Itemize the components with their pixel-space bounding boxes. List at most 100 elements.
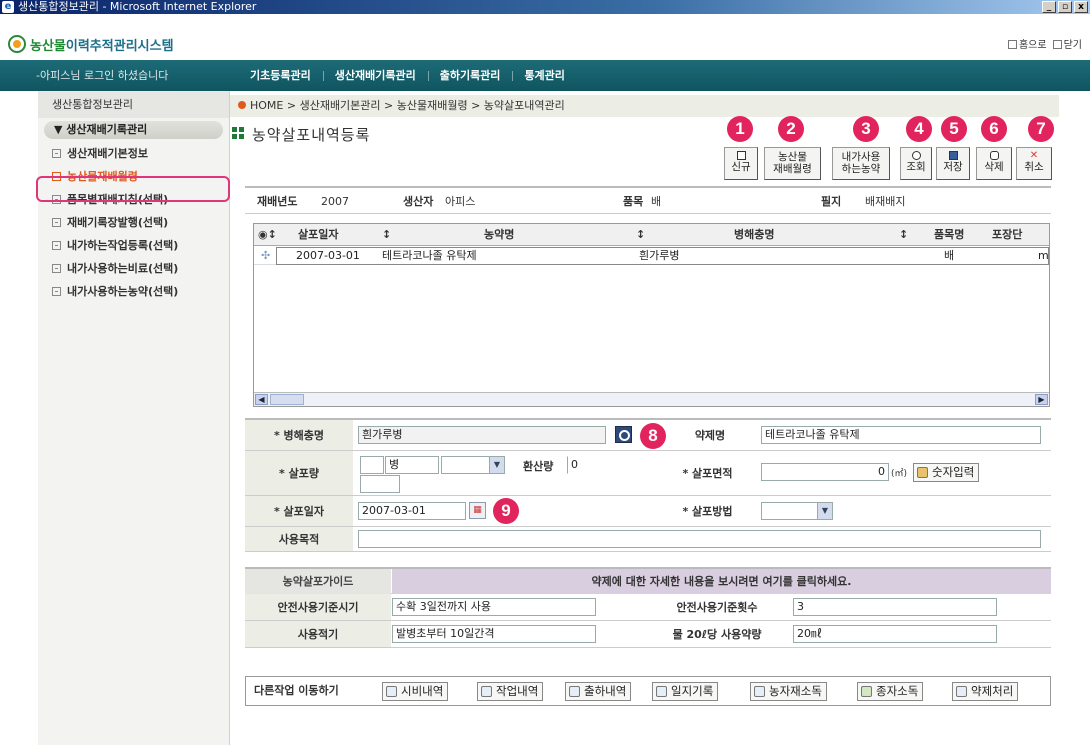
crop-month-button[interactable]: 농산물 재배월령 [764, 147, 821, 180]
grid-header-disease[interactable]: 병해충명 [734, 224, 774, 246]
search-button[interactable]: 조회 [900, 147, 932, 180]
window-titlebar: e 생산통합정보관리 - Microsoft Internet Explorer… [0, 0, 1090, 14]
my-pesticide-button[interactable]: 내가사용 하는농약 [832, 147, 890, 180]
method-select[interactable]: ▼ [761, 502, 833, 520]
chemical-treatment-button[interactable]: 약제처리 [952, 682, 1019, 701]
guide-detail-link[interactable]: 약제에 대한 자세한 내용을 보시려면 여기를 클릭하세요. [392, 569, 1051, 594]
chevron-down-icon: ▼ [489, 457, 504, 473]
breadcrumb-icon [238, 101, 246, 109]
date-input[interactable]: 2007-03-01 [358, 502, 466, 520]
grid-header-sort[interactable]: ↕ [899, 224, 908, 246]
close-link[interactable]: 닫기 [1052, 36, 1082, 51]
area-input[interactable]: 0 [761, 463, 889, 481]
amount-unit-input[interactable]: 병 [385, 456, 439, 474]
guide-title: 농약살포가이드 [245, 569, 391, 594]
safe-count-label: 안전사용기준횟수 [676, 601, 758, 614]
calendar-icon[interactable]: ▦ [469, 502, 486, 519]
work-history-button[interactable]: 작업내역 [477, 682, 544, 701]
search-icon [911, 151, 921, 160]
callout-5: 5 [941, 116, 967, 142]
pencil-icon [917, 467, 928, 478]
sidebar-item-basic-info[interactable]: 생산재배기본정보 [38, 142, 229, 165]
sidebar-item-my-pesticide[interactable]: 내가사용하는농약(선택) [38, 280, 229, 303]
page-title: 농약살포내역등록 [232, 124, 370, 145]
grid-header-sort[interactable]: ↕ [636, 224, 645, 246]
scroll-right-arrow[interactable]: ▶ [1035, 394, 1048, 405]
number-input-button[interactable]: 숫자입력 [913, 463, 980, 482]
callout-7: 7 [1028, 116, 1054, 142]
sidebar-section[interactable]: ▼ 생산재배기록관리 [44, 121, 223, 139]
bullet-icon [52, 287, 61, 296]
date-label: * 살포일자 [273, 505, 325, 518]
material-disinfect-button[interactable]: 농자재소독 [750, 682, 827, 701]
grid-header-pesticide[interactable]: 농약명 [484, 224, 514, 246]
grid-header-sort[interactable]: ↕ [382, 224, 391, 246]
sidebar-item-item-guide[interactable]: 품목별재배지침(선택) [38, 188, 229, 211]
mail-icon [569, 686, 580, 697]
cancel-x-icon: ✕ [1029, 150, 1039, 161]
method-label: * 살포방법 [682, 505, 733, 518]
site-logo[interactable]: 농산물이력추적관리시스템 [8, 34, 174, 54]
purpose-input[interactable] [358, 530, 1041, 548]
agent-label: 약제명 [694, 429, 726, 442]
disease-search-icon[interactable] [615, 426, 632, 443]
close-window-button[interactable]: x [1074, 1, 1088, 13]
bullet-icon [52, 241, 61, 250]
sidebar-item-crop-month[interactable]: 농산물재배월령 [38, 165, 229, 188]
disease-input[interactable]: 흰가루병 [358, 426, 606, 444]
scroll-thumb[interactable] [270, 394, 304, 405]
sidebar-item-record-issue[interactable]: 재배기록장발행(선택) [38, 211, 229, 234]
convert-value[interactable]: 0 [567, 456, 609, 474]
title-icon [232, 127, 244, 139]
shipping-history-button[interactable]: 출하내역 [565, 682, 632, 701]
grid-header-select[interactable]: ◉↕ [258, 224, 277, 246]
home-link[interactable]: 홈으로 [1007, 36, 1047, 51]
safe-time-value: 수확 3일전까지 사용 [392, 598, 596, 616]
nav-shipping-records[interactable]: 출하기록관리 [427, 60, 513, 91]
logo-icon [8, 35, 26, 53]
amount-unit-select[interactable]: ▼ [441, 456, 505, 474]
safe-time-label: 안전사용기준시기 [277, 601, 359, 614]
sidebar-item-my-fertilizer[interactable]: 내가사용하는비료(선택) [38, 257, 229, 280]
nav-basic-registration[interactable]: 기초등록관리 [236, 60, 323, 91]
bullet-icon [52, 172, 61, 181]
agent-input[interactable]: 테트라코나졸 유탁제 [761, 426, 1041, 444]
sidebar-item-my-work[interactable]: 내가하는작업등록(선택) [38, 234, 229, 257]
nav-statistics[interactable]: 통계관리 [512, 60, 576, 91]
nav-cultivation-records[interactable]: 생산재배기록관리 [322, 60, 428, 91]
spray-records-grid: ◉↕ 살포일자 ↕ 농약명 ↕ 병해충명 ↕ 품목명 포장단 ✣ 2007-03… [253, 223, 1050, 407]
grid-header-unit[interactable]: 포장단 [992, 224, 1022, 246]
info-row: 재배년도 2007 생산자 아피스 품목 배 필지 배재배지 [245, 186, 1051, 214]
trash-icon [989, 151, 999, 160]
cancel-button[interactable]: ✕ 취소 [1016, 147, 1052, 180]
callout-2: 2 [778, 116, 804, 142]
new-button[interactable]: 신규 [724, 147, 758, 180]
save-button[interactable]: 저장 [936, 147, 970, 180]
proper-time-value: 발병초부터 10일간격 [392, 625, 596, 643]
new-doc-icon [736, 151, 746, 160]
sidebar-title: 생산통합정보관리 [38, 91, 229, 118]
grid-header-item[interactable]: 품목명 [934, 224, 964, 246]
producer-value: 아피스 [445, 195, 476, 208]
delete-button[interactable]: 삭제 [976, 147, 1012, 180]
close-icon [1052, 40, 1062, 49]
doc-icon [386, 686, 397, 697]
flask-icon [956, 686, 967, 697]
seed-disinfect-button[interactable]: 종자소독 [857, 682, 924, 701]
minimize-button[interactable]: _ [1042, 1, 1056, 13]
amount-input[interactable] [360, 456, 384, 474]
disease-label: * 병해충명 [273, 429, 325, 442]
journal-button[interactable]: 일지기록 [652, 682, 719, 701]
purpose-label: 사용목적 [278, 533, 320, 546]
scroll-left-arrow[interactable]: ◀ [255, 394, 268, 405]
amount-extra-input[interactable] [360, 475, 400, 493]
edit-icon [481, 686, 492, 697]
year-value: 2007 [321, 195, 349, 208]
callout-1: 1 [727, 116, 753, 142]
grid-header-date[interactable]: 살포일자 [298, 224, 338, 246]
horizontal-scrollbar[interactable]: ◀ ▶ [254, 392, 1049, 406]
seed-icon [861, 686, 872, 697]
maximize-button[interactable]: ▫ [1058, 1, 1072, 13]
bullet-icon [52, 195, 61, 204]
fertilize-history-button[interactable]: 시비내역 [382, 682, 449, 701]
